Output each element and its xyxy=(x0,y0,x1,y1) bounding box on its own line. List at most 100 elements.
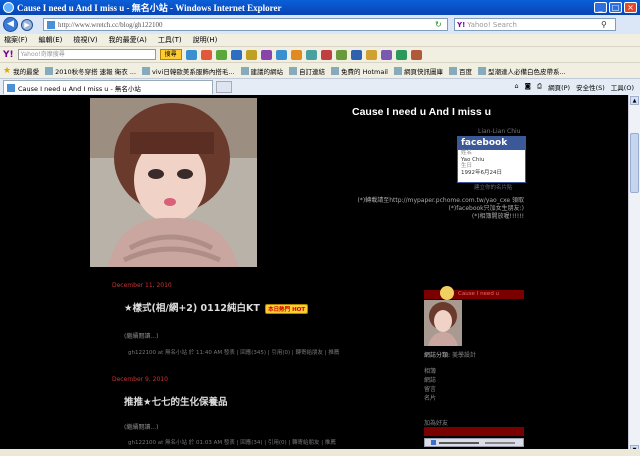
toolbar-app-icon[interactable] xyxy=(395,49,407,60)
volume-slider[interactable] xyxy=(485,442,515,444)
favorite-link[interactable]: vivi日韓歐美系服飾內搭毛... xyxy=(142,66,235,76)
favorite-link-label: 建議的網站 xyxy=(250,67,284,76)
site-favicon-icon xyxy=(7,83,15,92)
toolbar-app-icon[interactable] xyxy=(290,49,302,60)
favorite-link[interactable]: 自訂連結 xyxy=(289,66,325,76)
home-icon[interactable]: ⌂ xyxy=(514,82,518,92)
menu-favorites[interactable]: 我的最愛(A) xyxy=(109,35,147,45)
close-button[interactable]: × xyxy=(624,2,637,13)
toolbar-app-icon[interactable] xyxy=(245,49,257,60)
toolbar-app-icon[interactable] xyxy=(230,49,242,60)
sidebar-header: Cause I need u xyxy=(424,286,524,300)
forward-button[interactable]: ▶ xyxy=(21,18,33,31)
menu-file[interactable]: 檔案(F) xyxy=(4,35,28,45)
blog-title[interactable]: Cause I need u And I miss u xyxy=(352,106,491,118)
toolbar-app-icon[interactable] xyxy=(320,49,332,60)
favorite-link[interactable]: 2010秋冬穿搭 速報 衛衣 ... xyxy=(45,66,136,76)
command-bar: ⌂ ◙ ⎙ 網頁(P) 安全性(S) 工具(O) xyxy=(514,82,640,92)
post-date: December 11, 2010 xyxy=(112,282,172,289)
favorite-link[interactable]: 網頁快訊圖庫 xyxy=(393,66,443,76)
sidebar-link-card[interactable]: 名片 xyxy=(424,394,436,403)
avatar[interactable] xyxy=(424,300,462,346)
menu-tools[interactable]: 工具(T) xyxy=(158,35,182,45)
search-box[interactable]: Y! Yahoo! Search ⚲ xyxy=(454,18,616,31)
post-title[interactable]: ★樣式(相/網+2) 0112純白KT 本日熱門 HOT xyxy=(124,300,309,314)
toolbar-app-icon[interactable] xyxy=(410,49,422,60)
browser-tab[interactable]: Cause I need u And I miss u - 無名小站 xyxy=(3,80,213,94)
toolbar-app-icon[interactable] xyxy=(365,49,377,60)
search-icon[interactable]: ⚲ xyxy=(601,20,615,29)
toolbar-app-icon[interactable] xyxy=(200,49,212,60)
toolbar-app-icon[interactable] xyxy=(260,49,272,60)
toolbar-app-icon[interactable] xyxy=(380,49,392,60)
read-more-link[interactable]: (繼續閱讀...) xyxy=(124,331,158,340)
url-text[interactable]: http://www.wretch.cc/blog/gh122100 xyxy=(58,21,435,29)
minimize-button[interactable]: _ xyxy=(594,2,607,13)
tab-label: Cause I need u And I miss u - 無名小站 xyxy=(18,84,141,93)
favorite-link[interactable]: 型潮達人必備白色皮帶系... xyxy=(477,66,566,76)
post-meta[interactable]: gh122100 at 無名小站 於 11:40 AM 發表 | 回應(345)… xyxy=(128,348,339,356)
fb-name-label: 姓名 xyxy=(461,150,473,156)
sidebar-link-album[interactable]: 相簿 xyxy=(424,367,436,376)
menu-edit[interactable]: 編輯(E) xyxy=(39,35,63,45)
play-button[interactable] xyxy=(431,440,436,445)
music-player[interactable] xyxy=(424,438,524,447)
add-friend-link[interactable]: 加為好友 xyxy=(424,418,448,427)
post-title-text[interactable]: ★樣式(相/網+2) 0112純白KT xyxy=(124,303,260,314)
toolbar-app-icon[interactable] xyxy=(215,49,227,60)
yahoo-search-input[interactable]: Yahoo!奇摩搜尋 xyxy=(17,49,156,60)
toolbar-app-icon[interactable] xyxy=(350,49,362,60)
menu-help[interactable]: 說明(H) xyxy=(193,35,218,45)
search-input[interactable]: Yahoo! Search xyxy=(467,21,601,29)
star-icon: ★ xyxy=(3,65,12,76)
toolbar-app-icon[interactable] xyxy=(335,49,347,60)
hot-badge: 本日熱門 HOT xyxy=(265,303,309,314)
progress-slider[interactable] xyxy=(439,442,479,444)
yahoo-logo-icon[interactable]: Y! xyxy=(3,50,14,60)
post-title[interactable]: 推推★七七的生化保養品 xyxy=(124,394,228,408)
tools-menu-button[interactable]: 工具(O) xyxy=(611,82,634,92)
toolbar-app-icon[interactable] xyxy=(305,49,317,60)
page-icon xyxy=(393,66,402,75)
read-more-link[interactable]: (繼續閱讀...) xyxy=(124,422,158,431)
post-meta[interactable]: gh122100 at 無名小站 於 01:03 AM 發表 | 回應(34) … xyxy=(128,438,336,446)
status-bar xyxy=(0,449,640,456)
favorite-link[interactable]: 建議的網站 xyxy=(240,66,284,76)
vertical-scrollbar[interactable]: ▲ ▼ xyxy=(628,95,640,456)
scroll-up-button[interactable]: ▲ xyxy=(630,96,639,105)
post-title-text[interactable]: 推推★七七的生化保養品 xyxy=(124,397,228,408)
favorite-link[interactable]: 免費的 Hotmail xyxy=(331,66,388,76)
print-icon[interactable]: ⎙ xyxy=(537,82,542,92)
music-player-header xyxy=(424,427,524,436)
facebook-badge[interactable]: facebook 姓名 Yao Chiu 生日 1992年6月24日 xyxy=(457,136,526,183)
favorites-button[interactable]: ★ 我的最愛 xyxy=(3,66,39,76)
page-menu-button[interactable]: 網頁(P) xyxy=(548,82,570,92)
favorite-link-label: 百度 xyxy=(458,67,472,76)
favorite-link-label: 2010秋冬穿搭 速報 衛衣 ... xyxy=(55,67,137,76)
note-line: (*)facebook只加女生朋友:) xyxy=(448,205,524,212)
favorites-label: 我的最愛 xyxy=(13,67,40,76)
safety-menu-button[interactable]: 安全性(S) xyxy=(576,82,605,92)
maximize-button[interactable]: □ xyxy=(609,2,622,13)
back-button[interactable]: ◀ xyxy=(3,17,18,32)
address-bar[interactable]: http://www.wretch.cc/blog/gh122100 ↻ xyxy=(43,18,448,31)
note-line: (*)相簿開放喔!!!!!! xyxy=(471,213,524,220)
refresh-icon[interactable]: ↻ xyxy=(435,20,445,30)
fb-badge-link[interactable]: 建立你的名片貼 xyxy=(474,183,513,191)
yahoo-toolbar: Y! Yahoo!奇摩搜尋 搜尋 xyxy=(0,46,640,62)
rss-icon[interactable]: ◙ xyxy=(525,82,531,92)
sidebar-link-blog[interactable]: 網誌 xyxy=(424,376,436,385)
toolbar-app-icon[interactable] xyxy=(275,49,287,60)
category-link[interactable]: 美學設計 xyxy=(452,352,476,359)
page-icon xyxy=(331,66,340,75)
toolbar-app-icon[interactable] xyxy=(185,49,197,60)
menu-view[interactable]: 檢視(V) xyxy=(73,35,97,45)
sidebar-link-guestbook[interactable]: 留言 xyxy=(424,385,436,394)
note-line: (*)轉載請至http://mypaper.pchome.com.tw/yao_… xyxy=(357,197,524,204)
new-tab-button[interactable] xyxy=(216,81,232,93)
post-date: December 9, 2010 xyxy=(112,376,168,383)
yahoo-search-button[interactable]: 搜尋 xyxy=(159,49,182,60)
page-icon xyxy=(142,66,151,75)
favorite-link[interactable]: 百度 xyxy=(448,66,472,76)
scrollbar-thumb[interactable] xyxy=(630,133,639,193)
